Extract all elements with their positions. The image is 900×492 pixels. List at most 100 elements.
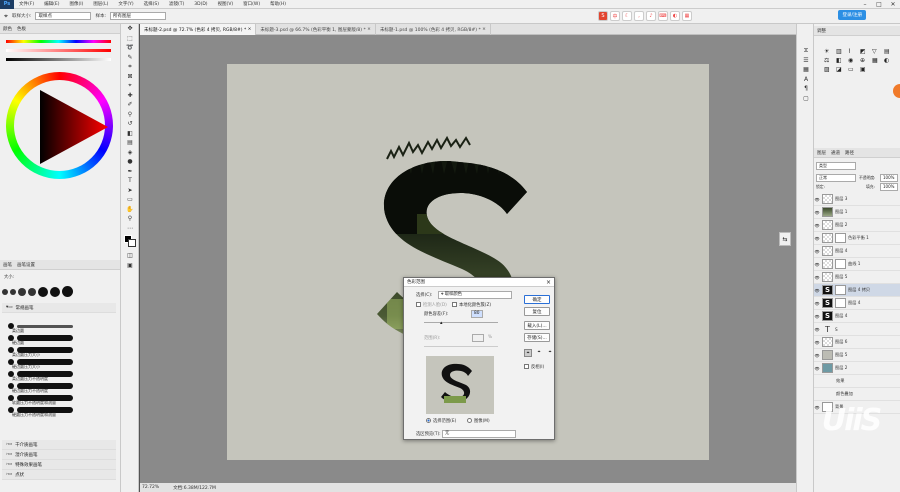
menu-view[interactable]: 视图(V) [213,1,239,7]
crop-tool-icon[interactable]: ⌗ [121,62,139,72]
color-triangle[interactable] [6,72,113,179]
zoom-level[interactable]: 72.72% [142,485,159,490]
tab-swatches[interactable]: 色板 [17,26,26,32]
brush-preset-icon[interactable] [62,286,73,297]
history-icon[interactable]: ⧖ [797,46,815,56]
visibility-eye-icon[interactable]: 👁 [814,353,820,358]
grid-icon[interactable]: ▦ [682,11,692,21]
visibility-eye-icon[interactable]: 👁 [814,210,820,215]
fill-input[interactable]: 100% [880,183,898,191]
folder-dry-media[interactable]: ›▭ 干介质画笔 [2,440,116,450]
blend-mode-select[interactable]: 正常 [816,174,856,182]
layer-mask-thumbnail[interactable] [835,259,846,269]
background-color[interactable] [128,239,136,247]
layer-row[interactable]: 👁 S 图层 4 [814,297,900,310]
hand-tool-icon[interactable]: ✋ [121,205,139,215]
gradient-tool-icon[interactable]: ▤ [121,138,139,148]
layer-row[interactable]: 👁 图层 4 [814,245,900,258]
curves-icon[interactable]: ⌇ [848,48,858,55]
layer-row[interactable]: 👁 曲线 1 [814,258,900,271]
fuzziness-input[interactable]: 80 [471,310,483,318]
layer-mask-thumbnail[interactable] [835,233,846,243]
folder-dots[interactable]: ›▭ 点状 [2,470,116,480]
bw-icon[interactable]: ◧ [836,57,846,64]
brush-preset-icon[interactable] [18,287,26,296]
type-tool-icon[interactable]: T [121,176,139,186]
tab-document[interactable]: 未标题-2.psd @ 72.7% (色彩 4 拷贝, RGB/8#) * × [140,24,257,35]
brush-preset-icon[interactable] [28,287,36,296]
color-sliders[interactable] [6,40,111,61]
invert-icon[interactable]: ◐ [884,57,894,64]
more-tools-icon[interactable]: ⋯ [121,224,139,234]
layer-row[interactable]: 效果 [814,375,900,388]
keyboard-icon[interactable]: ⌨ [658,11,668,21]
sample-size-select[interactable]: 取样点 [35,12,92,20]
panel-toggle-icon[interactable]: ⇆ [779,232,791,246]
history-brush-icon[interactable]: ↺ [121,119,139,129]
properties-icon[interactable]: ☰ [797,56,815,66]
layer-mask-thumbnail[interactable] [835,285,846,295]
brush-group[interactable]: ▾▭ 常规画笔 [2,303,116,313]
tab-brush-settings[interactable]: 画笔设置 [17,262,35,268]
brush-item[interactable]: 硬边圆 [2,332,116,345]
image-radio[interactable]: 图像(M) [467,418,490,424]
opacity-input[interactable]: 100% [880,174,898,182]
maximize-icon[interactable]: □ [872,0,886,9]
layer-row[interactable]: 👁 图层 2 [814,362,900,375]
layer-row[interactable]: 👁 图层 6 [814,336,900,349]
close-tab-icon[interactable]: × [367,27,371,32]
tab-layers[interactable]: 图层 [817,150,826,156]
eyedropper-tool-icon[interactable]: ⌖ [121,81,139,91]
orange-float-icon[interactable] [893,84,900,98]
menu-layer[interactable]: 图层(L) [88,1,113,7]
localized-clusters-checkbox[interactable]: 本地化颜色簇(Z) [452,302,491,308]
menu-file[interactable]: 文件(F) [14,1,39,7]
color-swatches[interactable] [121,233,139,251]
dodge-tool-icon[interactable]: ● [121,157,139,167]
healing-tool-icon[interactable]: ✚ [121,91,139,101]
select-dropdown[interactable]: ⌖ 取样颜色 [438,291,512,299]
visibility-eye-icon[interactable]: 👁 [814,236,820,241]
blur-tool-icon[interactable]: ◈ [121,148,139,158]
visibility-eye-icon[interactable]: 👁 [814,262,820,267]
layer-row[interactable]: 👁 图层 1 [814,206,900,219]
brush-item[interactable]: 硬圆压力不透明度和流量 [2,404,116,417]
login-button[interactable]: 登录/注册 [838,10,866,20]
exposure-icon[interactable]: ◩ [860,48,870,55]
preview-mode-select[interactable]: 无 [442,430,516,438]
menu-select[interactable]: 选择(S) [139,1,164,7]
tab-document[interactable]: 未标题-1.psd @ 100% (色彩 4 拷贝, RGB/8#) * × [376,24,491,35]
selection-radio[interactable]: 选择范围(E) [426,418,456,424]
reset-button[interactable]: 复位 [524,307,550,316]
swatches-icon[interactable]: ▦ [797,65,815,75]
brush-item[interactable]: 硬边圆压力不透明度 [2,380,116,393]
menu-type[interactable]: 文字(Y) [113,1,138,7]
quick-select-tool-icon[interactable]: ✎ [121,53,139,63]
color-balance-icon[interactable]: ⚖ [824,57,834,64]
layer-row[interactable]: 👁 色彩平衡 1 [814,232,900,245]
slider-thumb[interactable]: ▴ [440,320,443,326]
move-tool-icon[interactable]: ✥ [121,24,139,34]
selective-color-icon[interactable]: ▣ [860,66,870,73]
visibility-eye-icon[interactable]: 👁 [814,301,820,306]
close-icon[interactable]: × [546,279,551,286]
punct-icon[interactable]: , [634,11,644,21]
layer-row[interactable]: 👁 图层 3 [814,193,900,206]
menu-help[interactable]: 帮助(H) [265,1,291,7]
invert-checkbox[interactable]: 反相(I) [524,364,544,370]
close-icon[interactable]: ✕ [886,0,900,9]
marquee-tool-icon[interactable]: ⬚ [121,34,139,44]
mic-icon[interactable]: ♪ [646,11,656,21]
color-wheel[interactable] [6,72,113,179]
hue-icon[interactable]: ▤ [884,48,894,55]
screen-mode-icon[interactable]: ▣ [121,261,139,271]
folder-special[interactable]: ›▭ 特殊效果画笔 [2,460,116,470]
load-button[interactable]: 载入(L)... [524,321,550,330]
brush-item[interactable]: 硬边圆压力大小 [2,356,116,369]
tab-color[interactable]: 颜色 [3,26,12,32]
eyedropper-plus-icon[interactable]: ⌖ [535,349,543,357]
close-tab-icon[interactable]: × [482,27,486,32]
tab-channels[interactable]: 通道 [831,150,840,156]
tab-adjustments[interactable]: 调整 [817,28,826,34]
tab-paths[interactable]: 路径 [845,150,854,156]
